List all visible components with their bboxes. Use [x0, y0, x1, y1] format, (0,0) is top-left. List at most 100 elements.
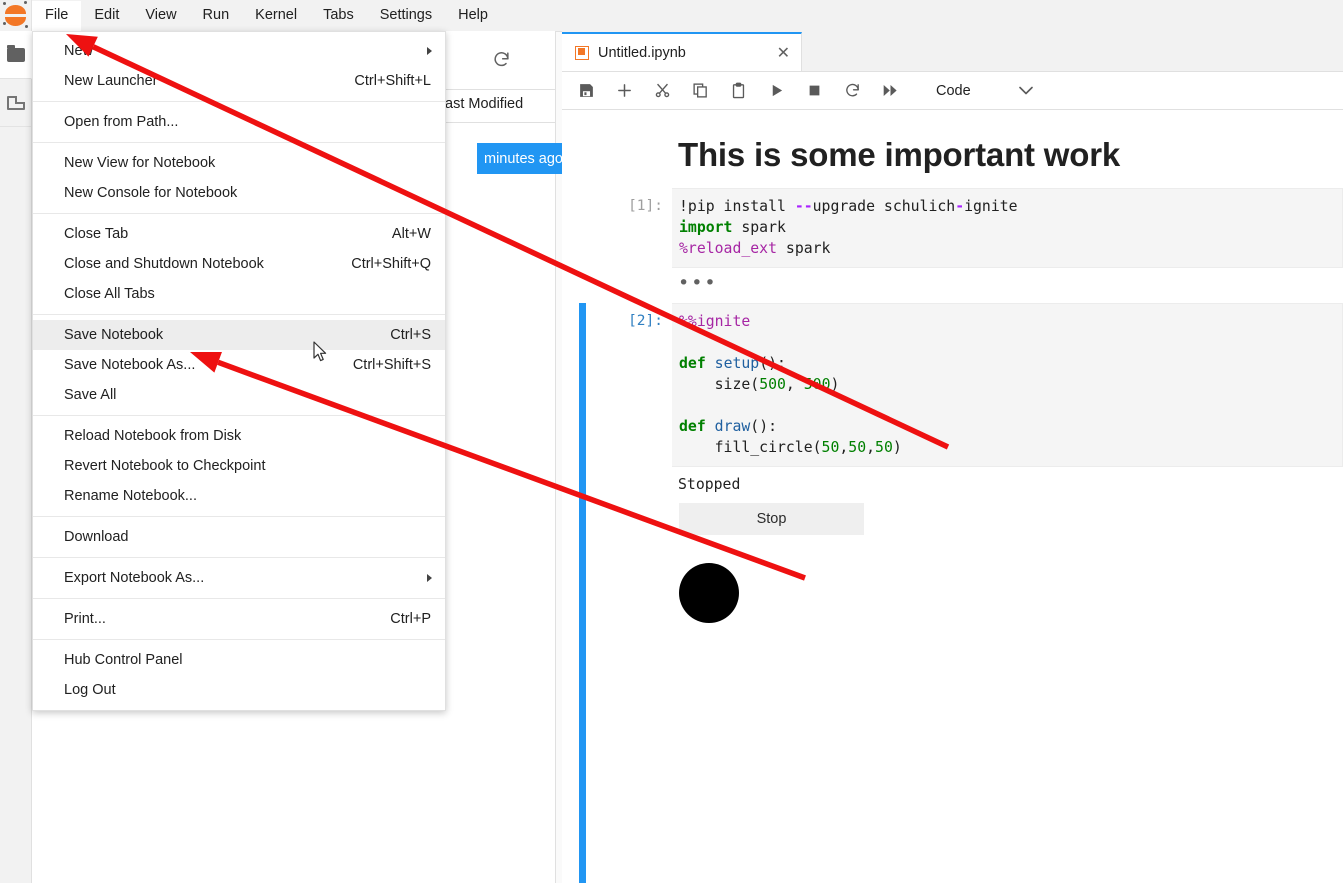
menu-item-label: New View for Notebook [64, 155, 216, 171]
menu-item-save-notebook-as[interactable]: Save Notebook As... Ctrl+Shift+S [33, 350, 445, 380]
file-menu-dropdown[interactable]: New New Launcher Ctrl+Shift+L Open from Pat… [32, 31, 446, 711]
filled-circle-shape [679, 563, 739, 623]
page-title: This is some important work [678, 136, 1121, 173]
menu-item-label: Close Tab [64, 226, 129, 242]
notebook-toolbar: Code [562, 72, 1343, 110]
menu-item-new-view-for-notebook[interactable]: New View for Notebook [33, 148, 445, 178]
menu-item-shortcut: Ctrl+P [390, 611, 431, 627]
menu-item-label: Open from Path... [64, 114, 179, 130]
menu-item-new-launcher[interactable]: New Launcher Ctrl+Shift+L [33, 66, 445, 96]
menu-item-label: Revert Notebook to Checkpoint [64, 458, 266, 474]
menu-separator [33, 639, 445, 640]
cell-busy-indicator: ••• [678, 272, 718, 294]
restart-run-all-button[interactable] [876, 77, 904, 105]
menu-item-save-notebook[interactable]: Save Notebook Ctrl+S [33, 320, 445, 350]
running-terminals-icon [6, 95, 25, 110]
notebook-content[interactable]: This is some important work [1]: !pip ins… [562, 110, 1343, 883]
menu-item-print[interactable]: Print... Ctrl+P [33, 604, 445, 634]
cell-type-select[interactable]: Code [936, 83, 1033, 99]
paste-button[interactable] [724, 77, 752, 105]
menu-item-close-all-tabs[interactable]: Close All Tabs [33, 279, 445, 309]
menu-item-download[interactable]: Download [33, 522, 445, 552]
menu-item-label: New Console for Notebook [64, 185, 238, 201]
submenu-arrow-icon [427, 47, 432, 55]
menu-item-save-all[interactable]: Save All [33, 380, 445, 410]
sidebar-item-file-browser[interactable] [0, 31, 32, 79]
tab-bar: Untitled.ipynb ✕ [562, 31, 1343, 72]
jupyter-logo-icon [0, 0, 32, 31]
menu-item-revert-notebook-to-checkpoint[interactable]: Revert Notebook to Checkpoint [33, 451, 445, 481]
menu-view[interactable]: View [132, 1, 189, 31]
tab-untitled-ipynb[interactable]: Untitled.ipynb ✕ [562, 32, 802, 71]
menu-separator [33, 415, 445, 416]
notebook-cell[interactable]: [2]: %%ignite def setup(): size(500, 500)… [562, 303, 1343, 883]
menu-item-hub-control-panel[interactable]: Hub Control Panel [33, 645, 445, 675]
sketch-output-canvas[interactable] [679, 563, 809, 693]
menu-settings[interactable]: Settings [367, 1, 445, 31]
notebook-icon [575, 45, 589, 60]
menu-item-label: Download [64, 529, 129, 545]
save-button[interactable] [572, 77, 600, 105]
mouse-pointer [313, 341, 328, 368]
stop-output-button[interactable]: Stop [679, 503, 864, 535]
copy-button[interactable] [686, 77, 714, 105]
menu-item-label: Save Notebook As... [64, 357, 196, 373]
menu-item-label: Hub Control Panel [64, 652, 183, 668]
menu-item-new[interactable]: New [33, 36, 445, 66]
menu-item-shortcut: Alt+W [391, 226, 431, 242]
menu-item-label: New [64, 43, 94, 59]
menu-item-close-tab[interactable]: Close Tab Alt+W [33, 219, 445, 249]
code-line: %%ignite [679, 313, 751, 330]
activity-bar [0, 31, 32, 883]
menu-tabs[interactable]: Tabs [310, 1, 367, 31]
menu-item-label: Rename Notebook... [64, 488, 197, 504]
menu-item-label: Export Notebook As... [64, 570, 205, 586]
menu-edit[interactable]: Edit [81, 1, 132, 31]
restart-button[interactable] [838, 77, 866, 105]
menu-item-close-and-shutdown-notebook[interactable]: Close and Shutdown Notebook Ctrl+Shift+Q [33, 249, 445, 279]
run-button[interactable] [762, 77, 790, 105]
menu-item-shortcut: Ctrl+S [390, 327, 431, 343]
menu-item-shortcut: Ctrl+Shift+S [352, 357, 431, 373]
menu-item-label: Print... [64, 611, 106, 627]
menu-separator [33, 101, 445, 102]
code-line: def draw(): [679, 418, 778, 435]
menu-item-new-console-for-notebook[interactable]: New Console for Notebook [33, 178, 445, 208]
menu-item-shortcut: Ctrl+Shift+Q [351, 256, 431, 272]
code-editor[interactable]: !pip install --upgrade schulich-ignite im… [672, 188, 1343, 268]
code-line: size(500, 500) [679, 376, 840, 393]
submenu-arrow-icon [427, 574, 432, 582]
menu-bar: File Edit View Run Kernel Tabs Settings Help [0, 0, 1343, 32]
menu-separator [33, 142, 445, 143]
menu-help[interactable]: Help [445, 1, 501, 31]
folder-icon [6, 44, 25, 62]
sidebar-item-running-sessions[interactable] [0, 79, 31, 127]
menu-item-label: New Launcher [64, 73, 158, 89]
menu-item-label: Reload Notebook from Disk [64, 428, 242, 444]
code-line: !pip install --upgrade schulich-ignite [679, 198, 1018, 215]
menu-file[interactable]: File [32, 0, 82, 31]
menu-kernel[interactable]: Kernel [242, 1, 310, 31]
chevron-down-icon [1018, 83, 1033, 98]
menu-item-log-out[interactable]: Log Out [33, 675, 445, 705]
cell-selection-bar [579, 303, 586, 883]
menu-item-reload-notebook-from-disk[interactable]: Reload Notebook from Disk [33, 421, 445, 451]
menu-run[interactable]: Run [190, 1, 243, 31]
column-header-last-modified[interactable]: ast Modified [445, 96, 523, 112]
code-editor[interactable]: %%ignite def setup(): size(500, 500) def… [672, 303, 1343, 467]
cell-prompt: [1]: [628, 198, 663, 214]
cut-button[interactable] [648, 77, 676, 105]
menu-item-label: Close and Shutdown Notebook [64, 256, 264, 272]
menu-item-rename-notebook[interactable]: Rename Notebook... [33, 481, 445, 511]
insert-cell-button[interactable] [610, 77, 638, 105]
menu-item-label: Log Out [64, 682, 116, 698]
refresh-icon[interactable] [491, 50, 511, 70]
close-icon[interactable]: ✕ [755, 44, 790, 60]
menu-separator [33, 516, 445, 517]
menu-item-export-notebook-as[interactable]: Export Notebook As... [33, 563, 445, 593]
square-stop-button[interactable] [800, 77, 828, 105]
menu-item-open-from-path[interactable]: Open from Path... [33, 107, 445, 137]
notebook-cell[interactable]: [1]: !pip install --upgrade schulich-igni… [562, 188, 1343, 294]
